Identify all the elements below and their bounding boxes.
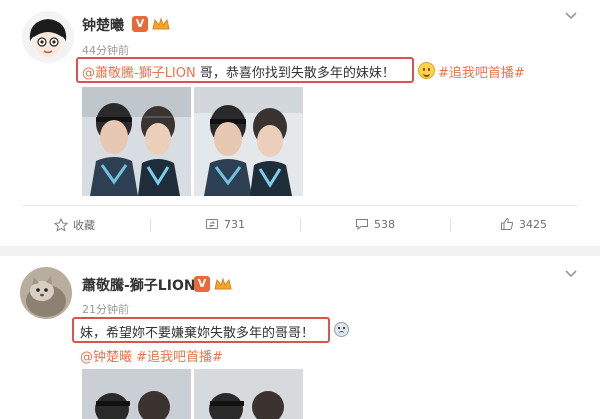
post-photo-2[interactable] xyxy=(194,369,303,419)
sad-emoji-icon xyxy=(334,322,349,337)
author-avatar[interactable] xyxy=(20,267,72,319)
repost-button[interactable]: 731 xyxy=(205,217,245,231)
weibo-post-2: 蕭敬騰-獅子LION V 21分钟前 妹，希望妳不要嫌棄妳失散多年的哥哥！ @钟… xyxy=(0,0,600,419)
chevron-down-icon[interactable] xyxy=(564,269,578,279)
repost-count: 731 xyxy=(224,217,245,231)
repost-icon xyxy=(206,219,218,229)
like-count: 3425 xyxy=(519,217,547,231)
comment-icon xyxy=(356,219,368,231)
verified-badge-icon: V xyxy=(194,276,210,292)
favorite-button[interactable]: 收藏 xyxy=(54,217,95,233)
comment-count: 538 xyxy=(374,217,395,231)
star-icon xyxy=(54,218,68,232)
post-body: 妹，希望妳不要嫌棄妳失散多年的哥哥！ xyxy=(80,326,315,341)
divider xyxy=(22,205,578,206)
separator xyxy=(450,218,451,232)
post-time: 21分钟前 xyxy=(82,303,129,316)
post-mentions: @钟楚曦 #追我吧首播# xyxy=(80,346,223,365)
like-button[interactable]: 3425 xyxy=(500,217,547,231)
comment-button[interactable]: 538 xyxy=(355,217,395,231)
separator xyxy=(300,218,301,232)
member-crown-icon xyxy=(214,277,232,290)
post-photo-1[interactable] xyxy=(82,369,191,419)
mention-link[interactable]: @钟楚曦 xyxy=(80,350,132,365)
separator xyxy=(150,218,151,232)
favorite-label: 收藏 xyxy=(73,219,95,232)
author-name[interactable]: 蕭敬騰-獅子LION xyxy=(82,275,196,295)
thumbs-up-icon xyxy=(501,217,514,230)
post-separator xyxy=(0,246,600,256)
hashtag-link[interactable]: #追我吧首播# xyxy=(136,350,223,365)
